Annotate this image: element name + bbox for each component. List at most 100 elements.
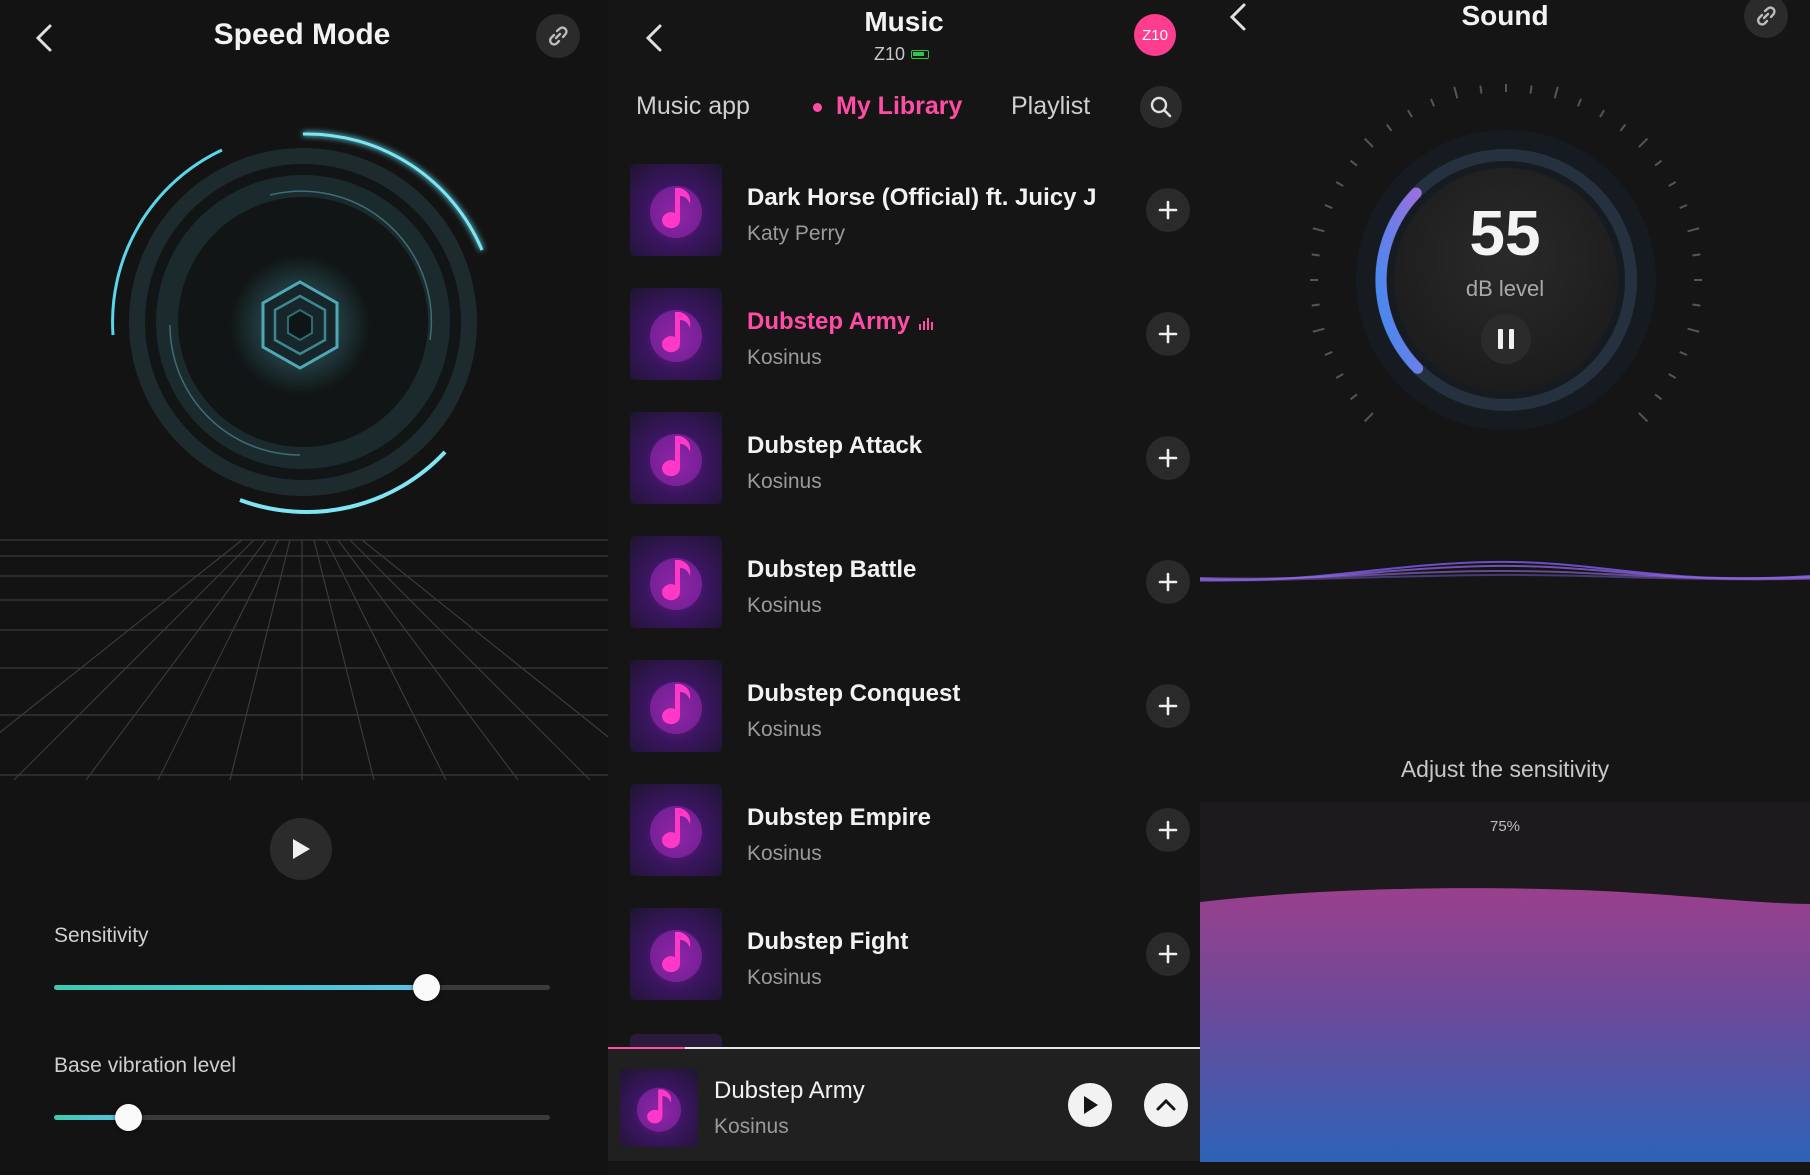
gauge-tick	[1407, 109, 1413, 118]
sensitivity-slider-fill	[54, 985, 426, 990]
song-title-text: Dubstep Attack	[747, 432, 923, 459]
play-button[interactable]	[270, 818, 332, 880]
gauge-tick	[1324, 351, 1333, 356]
song-artist: Kosinus	[747, 842, 822, 865]
play-icon	[1084, 1096, 1098, 1114]
song-title: Dubstep Army	[747, 308, 934, 337]
song-row[interactable]: Dubstep Battle Kosinus	[630, 536, 1190, 646]
active-tab-dot-icon	[813, 103, 822, 112]
tab-my-library[interactable]: My Library	[836, 92, 962, 121]
gauge-tick	[1654, 393, 1663, 401]
sensitivity-percent: 75%	[1489, 818, 1521, 835]
gauge-tick	[1312, 327, 1325, 333]
gauge-tick	[1679, 351, 1688, 356]
tab-playlist[interactable]: Playlist	[1011, 92, 1090, 121]
base-vibration-label: Base vibration level	[54, 1054, 237, 1077]
sensitivity-wave-fill	[1200, 888, 1810, 1162]
gauge-tick	[1692, 303, 1701, 307]
tab-music-app[interactable]: Music app	[636, 92, 750, 121]
now-playing-artwork	[620, 1069, 698, 1147]
music-note-icon	[650, 682, 702, 734]
battery-icon	[911, 50, 930, 59]
chevron-up-icon	[1156, 1098, 1176, 1111]
song-row[interactable]: Dark Horse (Official) ft. Juicy J Katy Pe…	[630, 164, 1190, 274]
link-icon[interactable]	[536, 14, 580, 58]
db-value: 55	[1469, 197, 1541, 269]
add-to-playlist-button[interactable]	[1146, 684, 1190, 728]
song-title-text: Dubstep Empire	[747, 804, 932, 831]
song-title: Dubstep Conquest	[747, 680, 960, 708]
song-row[interactable]: Dubstep Conquest Kosinus	[630, 660, 1190, 770]
song-title-text: Dubstep Fight	[747, 928, 909, 955]
music-note-icon	[650, 186, 702, 238]
song-artist: Kosinus	[747, 966, 822, 989]
search-button[interactable]	[1140, 86, 1182, 128]
sensitivity-slider-thumb[interactable]	[413, 974, 440, 1001]
gauge-tick	[1363, 137, 1374, 148]
page-title: Speed Mode	[213, 18, 391, 51]
song-artwork	[630, 164, 722, 256]
expand-player-button[interactable]	[1144, 1083, 1188, 1127]
gauge-tick	[1654, 159, 1663, 167]
gauge-tick	[1335, 181, 1344, 187]
song-row[interactable]: Dubstep Attack Kosinus	[630, 412, 1190, 522]
back-arrow-icon[interactable]	[638, 18, 670, 58]
song-title: Dubstep Empire	[747, 804, 931, 832]
music-screen: Music Z10 Z10 Music app My Library Playl…	[608, 0, 1200, 1175]
song-row[interactable]: Dubstep Fight Kosinus	[630, 908, 1190, 1018]
gauge-tick	[1479, 85, 1483, 94]
gauge-tick	[1349, 159, 1358, 167]
sound-screen: Sound 55 dB level Adjust the sensitivity…	[1200, 0, 1810, 1175]
device-badge-label: Z10	[1142, 26, 1168, 44]
page-title: Music	[864, 6, 944, 37]
song-row[interactable]: Dubstep Empire Kosinus	[630, 784, 1190, 894]
music-note-icon	[650, 806, 702, 858]
song-row[interactable]: Dubstep Army Kosinus	[630, 288, 1190, 398]
db-label: dB level	[1465, 276, 1545, 301]
add-to-playlist-button[interactable]	[1146, 312, 1190, 356]
pause-icon	[1498, 329, 1514, 349]
song-artwork	[630, 288, 722, 380]
search-icon	[1150, 96, 1172, 118]
gauge-tick	[1349, 393, 1358, 401]
base-vibration-slider[interactable]	[54, 1104, 550, 1131]
song-artwork	[630, 536, 722, 628]
song-title-text: Dubstep Army	[747, 308, 911, 335]
device-badge[interactable]: Z10	[1134, 14, 1176, 56]
gauge-tick	[1687, 327, 1700, 333]
sensitivity-area[interactable]: 75%	[1200, 802, 1810, 1162]
gauge-tick	[1430, 98, 1435, 107]
gauge-tick	[1335, 373, 1344, 379]
player-play-button[interactable]	[1068, 1083, 1112, 1127]
song-artwork	[630, 784, 722, 876]
add-to-playlist-button[interactable]	[1146, 932, 1190, 976]
pause-button[interactable]	[1481, 314, 1531, 364]
song-artist: Kosinus	[747, 470, 822, 493]
back-arrow-icon[interactable]	[28, 18, 60, 58]
speed-mode-screen: Speed Mode Sensitivity Base vibration le…	[0, 0, 608, 1175]
add-to-playlist-button[interactable]	[1146, 808, 1190, 852]
add-to-playlist-button[interactable]	[1146, 188, 1190, 232]
now-playing-title: Dubstep Army	[714, 1077, 865, 1104]
sensitivity-label: Sensitivity	[54, 924, 149, 947]
gauge-tick	[1638, 412, 1649, 423]
gauge-tick	[1363, 412, 1374, 423]
gauge-tick	[1577, 98, 1582, 107]
now-playing-bar[interactable]: Dubstep Army Kosinus	[608, 1049, 1200, 1161]
gauge-tick	[1668, 373, 1677, 379]
add-to-playlist-button[interactable]	[1146, 436, 1190, 480]
song-title: Dark Horse (Official) ft. Juicy J	[747, 184, 1096, 212]
speed-visualizer	[0, 80, 608, 781]
gauge-tick	[1529, 85, 1533, 94]
gauge-tick	[1311, 303, 1320, 307]
now-playing-artist: Kosinus	[714, 1115, 789, 1138]
base-vibration-slider-thumb[interactable]	[115, 1104, 143, 1131]
now-playing-bars-icon	[918, 309, 934, 337]
plus-icon	[1158, 696, 1178, 716]
plus-icon	[1158, 572, 1178, 592]
song-artist: Kosinus	[747, 346, 822, 369]
add-to-playlist-button[interactable]	[1146, 560, 1190, 604]
gauge-tick	[1668, 181, 1677, 187]
plus-icon	[1158, 820, 1178, 840]
sensitivity-slider[interactable]	[54, 974, 550, 1001]
